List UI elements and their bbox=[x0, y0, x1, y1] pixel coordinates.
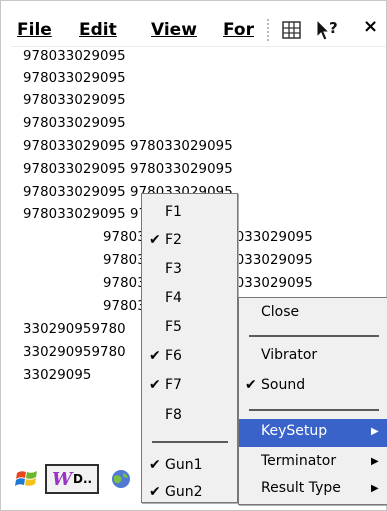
menu-item-label: Close bbox=[261, 304, 300, 320]
menu-item-label: F8 bbox=[165, 407, 182, 423]
menu-item-label: F5 bbox=[165, 319, 182, 335]
menu-item-label: F2 bbox=[165, 232, 182, 248]
menu-item-label: F4 bbox=[165, 290, 182, 306]
menu-item-f4[interactable]: F4 bbox=[142, 290, 237, 312]
menu-item-vibrator[interactable]: Vibrator bbox=[239, 347, 387, 369]
menu-item-label: Sound bbox=[261, 377, 306, 393]
result-line: 978033029095 bbox=[23, 49, 126, 64]
menu-separator bbox=[249, 335, 379, 337]
menu-format-label: For bbox=[223, 20, 254, 40]
menu-item-f5[interactable]: F5 bbox=[142, 319, 237, 341]
menu-item-f8[interactable]: F8 bbox=[142, 407, 237, 429]
result-line: 33029095 bbox=[23, 368, 92, 383]
menu-item-f3[interactable]: F3 bbox=[142, 261, 237, 283]
result-line: 978033029095 978033029095 bbox=[23, 162, 233, 177]
menu-item-label: Result Type bbox=[261, 480, 341, 496]
svg-text:?: ? bbox=[329, 19, 338, 37]
menu-file[interactable]: File bbox=[17, 20, 52, 40]
main-context-menu: Close Vibrator ✔ Sound KeySetup ▶ Termin… bbox=[238, 297, 387, 505]
globe-app-icon[interactable] bbox=[109, 467, 133, 491]
taskbar-app-button[interactable]: W D.. bbox=[45, 464, 99, 494]
result-line: 978033029095 978033029095 bbox=[23, 139, 233, 154]
submenu-arrow-icon: ▶ bbox=[371, 456, 379, 467]
key-setup-submenu: F1 ✔ F2 F3 F4 F5 ✔ F6 ✔ F7 F8 ✔ Gun1 ✔ G… bbox=[141, 193, 238, 503]
menu-item-f1[interactable]: F1 bbox=[142, 204, 237, 226]
w-app-icon: W bbox=[52, 469, 73, 490]
menu-item-keysetup[interactable]: KeySetup ▶ bbox=[239, 419, 387, 447]
submenu-arrow-icon: ▶ bbox=[371, 426, 379, 437]
menu-bar: File Edit View For ? × bbox=[11, 11, 386, 47]
taskbar-app-label: D.. bbox=[73, 472, 93, 486]
menu-view[interactable]: View bbox=[151, 20, 197, 40]
toolbar-grip[interactable] bbox=[267, 19, 273, 41]
whats-this-help-icon[interactable]: ? bbox=[314, 18, 342, 42]
result-line: 330290959780 bbox=[23, 322, 126, 337]
menu-separator bbox=[249, 409, 379, 411]
menu-item-label: Terminator bbox=[261, 453, 337, 469]
menu-item-label: F7 bbox=[165, 377, 182, 393]
menu-view-label: View bbox=[151, 20, 197, 40]
checkmark-icon: ✔ bbox=[245, 377, 257, 393]
menu-item-gun1[interactable]: ✔ Gun1 bbox=[142, 457, 237, 479]
submenu-arrow-icon: ▶ bbox=[371, 483, 379, 494]
checkmark-icon: ✔ bbox=[149, 232, 161, 248]
keyboard-icon[interactable] bbox=[281, 19, 303, 41]
menu-item-label: Vibrator bbox=[261, 347, 318, 363]
checkmark-icon: ✔ bbox=[149, 377, 161, 393]
result-line: 330290959780 bbox=[23, 345, 126, 360]
menu-separator bbox=[152, 441, 228, 443]
menu-file-label: File bbox=[17, 20, 52, 40]
menu-item-f6[interactable]: ✔ F6 bbox=[142, 348, 237, 370]
menu-item-label: Gun2 bbox=[165, 484, 203, 500]
menu-item-label: F3 bbox=[165, 261, 182, 277]
checkmark-icon: ✔ bbox=[149, 348, 161, 364]
menu-item-label: F6 bbox=[165, 348, 182, 364]
close-icon[interactable]: × bbox=[363, 16, 378, 37]
menu-item-sound[interactable]: ✔ Sound bbox=[239, 377, 387, 399]
menu-item-close[interactable]: Close bbox=[239, 304, 387, 326]
menu-edit[interactable]: Edit bbox=[79, 20, 117, 40]
menu-item-f7[interactable]: ✔ F7 bbox=[142, 377, 237, 399]
menu-item-terminator[interactable]: Terminator ▶ bbox=[239, 453, 387, 475]
result-line: 978033029095 bbox=[23, 71, 126, 86]
menu-edit-label: Edit bbox=[79, 20, 117, 40]
menu-item-f2[interactable]: ✔ F2 bbox=[142, 232, 237, 254]
checkmark-icon: ✔ bbox=[149, 457, 161, 473]
menu-item-label: KeySetup bbox=[261, 423, 328, 439]
app-window: File Edit View For ? × 978033029095 9780… bbox=[0, 0, 387, 511]
result-line: 978033029095 bbox=[23, 116, 126, 131]
menu-item-label: Gun1 bbox=[165, 457, 203, 473]
menu-format[interactable]: For bbox=[223, 20, 259, 40]
menu-item-result-type[interactable]: Result Type ▶ bbox=[239, 480, 387, 502]
checkmark-icon: ✔ bbox=[149, 484, 161, 500]
taskbar: W D.. bbox=[11, 457, 141, 502]
menu-item-gun2[interactable]: ✔ Gun2 bbox=[142, 484, 237, 506]
windows-flag-icon[interactable] bbox=[15, 467, 39, 491]
result-line: 978033029095 bbox=[23, 93, 126, 108]
menu-item-label: F1 bbox=[165, 204, 182, 220]
